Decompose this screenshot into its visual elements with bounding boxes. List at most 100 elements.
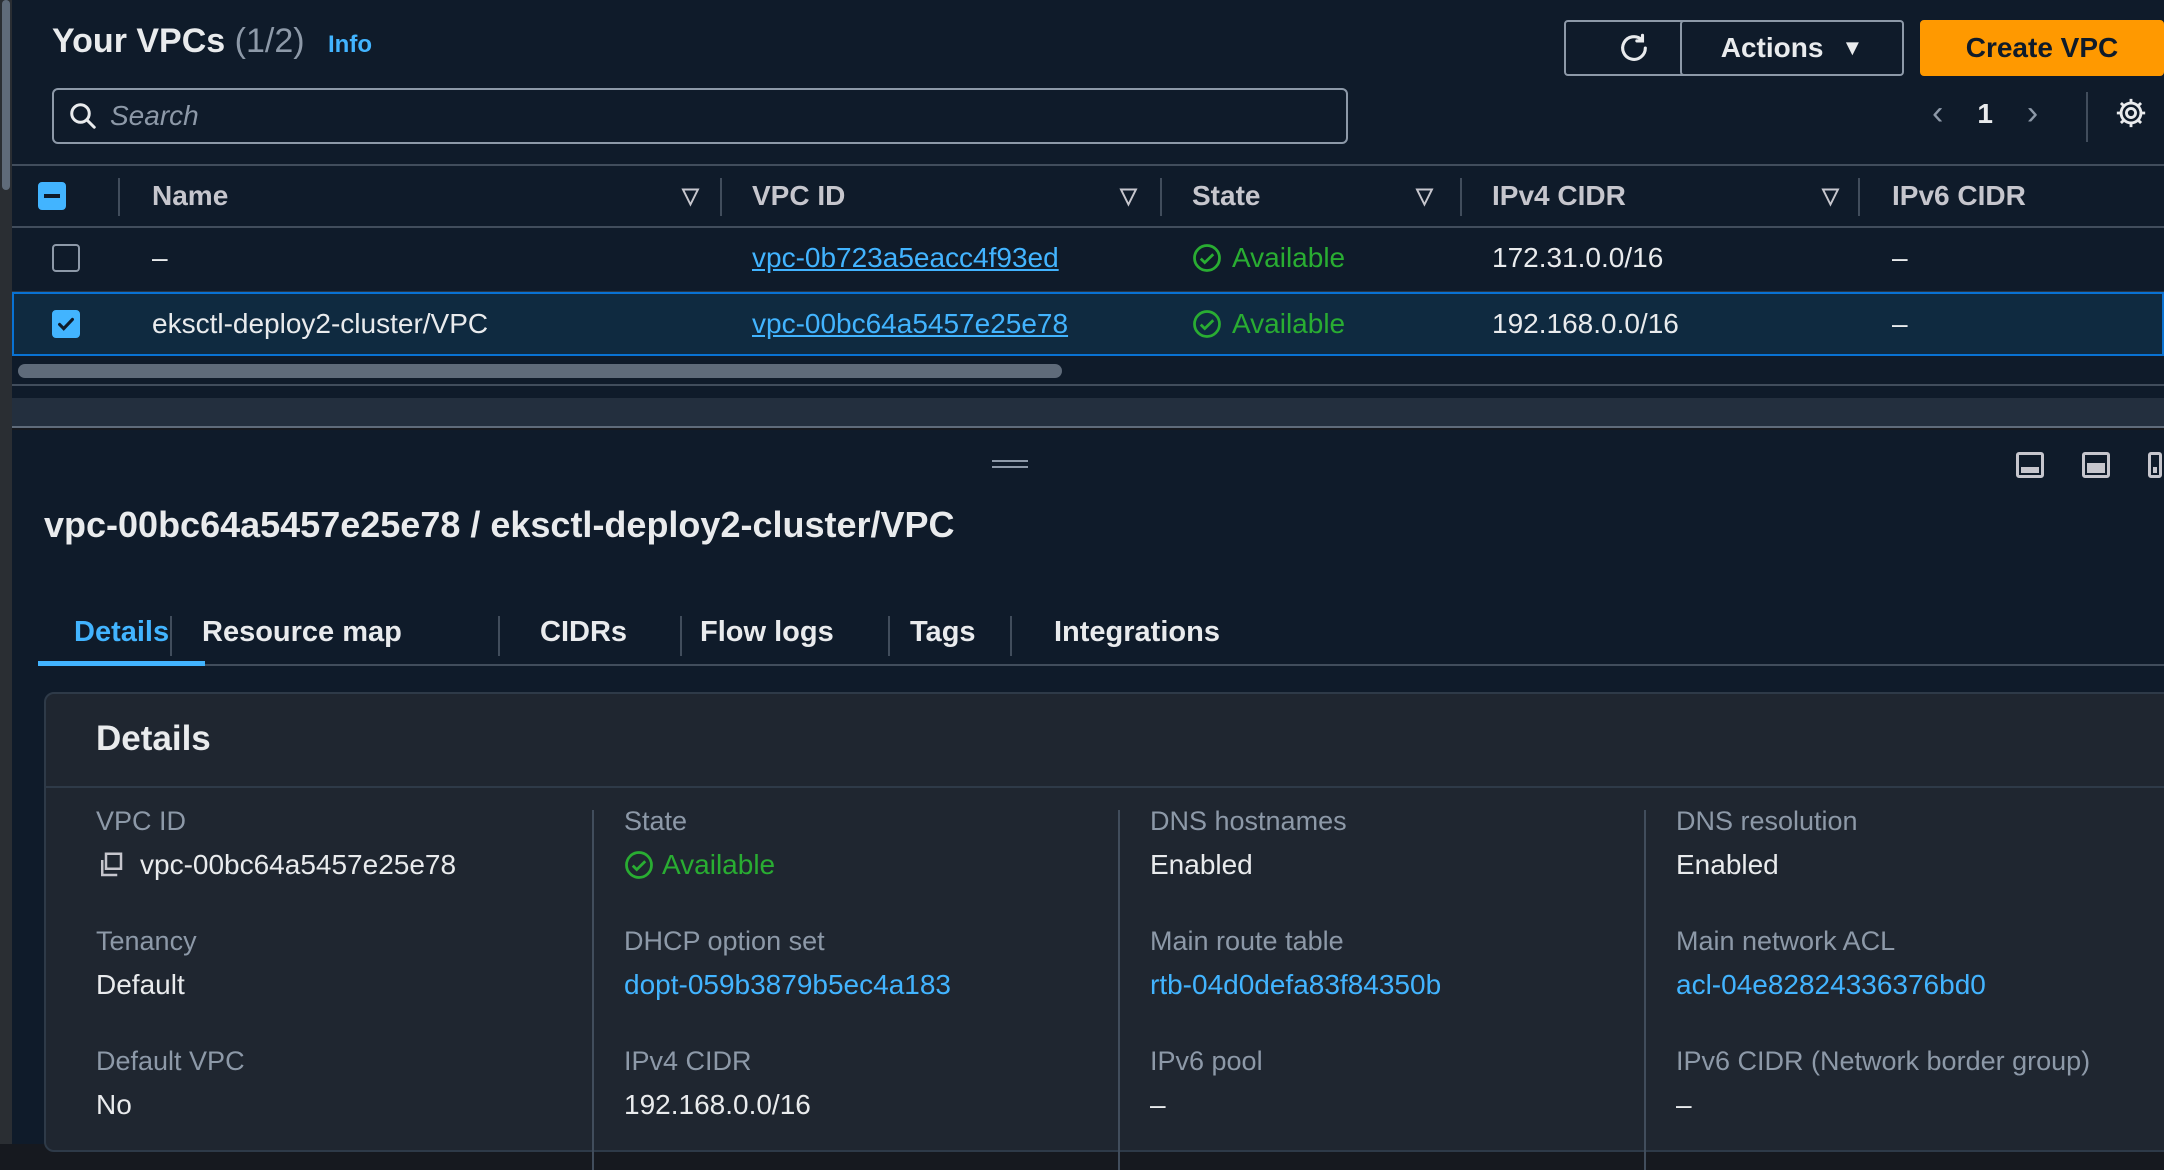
vpc-table-panel: Your VPCs (1/2) Info Actions ▼ Create VP…: [12, 0, 2164, 398]
row-ipv6-cidr: –: [1892, 242, 1908, 273]
card-divider: [46, 786, 2164, 788]
page-title: Your VPCs (1/2) Info: [52, 22, 372, 61]
check-circle-icon: [625, 851, 653, 879]
tab-divider: [498, 616, 500, 656]
checkmark-icon: [58, 317, 74, 331]
column-divider: [1644, 810, 1646, 1170]
row-checkbox[interactable]: [52, 244, 80, 272]
sort-icon[interactable]: ▽: [682, 183, 699, 209]
column-label: State: [1192, 180, 1261, 211]
field-label: DNS hostnames: [1150, 806, 1347, 836]
split-panel-divider[interactable]: [12, 398, 2164, 428]
network-acl-link[interactable]: acl-04e82824336376bd0: [1676, 969, 1986, 1001]
actions-label: Actions: [1720, 32, 1824, 63]
field-value: vpc-00bc64a5457e25e78: [96, 849, 456, 881]
column-divider: [592, 810, 594, 1170]
row-checkbox-cell[interactable]: [52, 228, 80, 288]
field-tenancy: Tenancy Default: [96, 926, 197, 1001]
column-divider[interactable]: [1858, 178, 1860, 216]
info-link[interactable]: Info: [328, 31, 372, 58]
search-box[interactable]: [52, 88, 1348, 144]
column-divider[interactable]: [720, 178, 722, 216]
sort-icon[interactable]: ▽: [1120, 183, 1137, 209]
tab-resource-map[interactable]: Resource map: [202, 600, 402, 664]
selection-count: (1/2): [234, 22, 305, 60]
page-number[interactable]: 1: [1977, 98, 1993, 130]
title-text: Your VPCs: [52, 22, 226, 60]
detail-title: vpc-00bc64a5457e25e78 / eksctl-deploy2-c…: [44, 504, 955, 545]
chevron-right-icon[interactable]: ›: [2027, 94, 2038, 133]
tab-divider: [170, 616, 172, 656]
resize-handle-icon[interactable]: [992, 460, 1028, 468]
column-divider: [1118, 810, 1120, 1170]
route-table-link[interactable]: rtb-04d0defa83f84350b: [1150, 969, 1441, 1001]
panel-position-controls: [2016, 452, 2162, 478]
field-label: Tenancy: [96, 926, 197, 956]
refresh-icon: [1621, 33, 1647, 61]
table-row[interactable]: – vpc-0b723a5eacc4f93ed Available 172.31…: [12, 228, 2164, 292]
field-label: Main route table: [1150, 926, 1344, 956]
detail-tabs: Details Resource map CIDRs Flow logs Tag…: [37, 600, 2164, 666]
field-value: 192.168.0.0/16: [624, 1089, 811, 1120]
state-value: Available: [662, 849, 776, 880]
chevron-left-icon[interactable]: ‹: [1932, 94, 1943, 133]
create-vpc-button[interactable]: Create VPC: [1920, 20, 2164, 76]
column-divider[interactable]: [1460, 178, 1462, 216]
field-label: DNS resolution: [1676, 806, 1858, 836]
tab-tags[interactable]: Tags: [910, 600, 976, 664]
tab-integrations[interactable]: Integrations: [1054, 600, 1220, 664]
copy-icon[interactable]: [96, 850, 126, 880]
column-header-ipv6-cidr[interactable]: IPv6 CIDR: [1892, 166, 2026, 226]
table-row-selected[interactable]: eksctl-deploy2-cluster/VPC vpc-00bc64a54…: [12, 292, 2164, 356]
sort-icon[interactable]: ▽: [1416, 183, 1433, 209]
column-label: IPv6 CIDR: [1892, 180, 2026, 211]
panel-bottom-icon[interactable]: [2016, 452, 2044, 478]
field-label: DHCP option set: [624, 926, 825, 956]
column-header-state[interactable]: State ▽: [1192, 166, 1492, 226]
table-horizontal-scrollbar[interactable]: [18, 364, 1062, 378]
check-circle-icon: [1193, 244, 1221, 272]
column-header-name[interactable]: Name ▽: [152, 166, 712, 226]
row-ipv6-cidr: –: [1892, 308, 1908, 339]
dhcp-link[interactable]: dopt-059b3879b5ec4a183: [624, 969, 951, 1001]
select-all-cell[interactable]: [38, 166, 66, 226]
actions-button[interactable]: Actions ▼: [1680, 20, 1904, 76]
vpc-id-link[interactable]: vpc-0b723a5eacc4f93ed: [752, 228, 1059, 288]
sort-icon[interactable]: ▽: [1822, 183, 1839, 209]
select-all-checkbox[interactable]: [38, 182, 66, 210]
column-divider[interactable]: [1160, 178, 1162, 216]
field-main-route-table: Main route table rtb-04d0defa83f84350b: [1150, 926, 1441, 1001]
window-scrollbar[interactable]: [0, 0, 12, 1144]
detail-panel: vpc-00bc64a5457e25e78 / eksctl-deploy2-c…: [12, 430, 2164, 1170]
state-badge: Available: [1192, 294, 1345, 354]
column-header-vpc-id[interactable]: VPC ID ▽: [752, 166, 1172, 226]
field-label: State: [624, 806, 688, 836]
state-text: Available: [1232, 242, 1346, 273]
search-input[interactable]: [108, 99, 1308, 133]
row-checkbox-cell[interactable]: [52, 294, 80, 354]
field-value: Enabled: [1676, 849, 1779, 880]
gear-icon[interactable]: [2114, 96, 2148, 135]
panel-side-icon[interactable]: [2148, 452, 2162, 478]
create-vpc-label: Create VPC: [1965, 32, 2119, 63]
field-value: Available: [624, 849, 775, 881]
column-header-ipv4-cidr[interactable]: IPv4 CIDR ▽: [1492, 166, 1852, 226]
row-ipv4-cidr: 192.168.0.0/16: [1492, 308, 1679, 339]
vpc-id-link[interactable]: vpc-00bc64a5457e25e78: [752, 294, 1068, 354]
row-checkbox-checked[interactable]: [52, 310, 80, 338]
column-divider: [118, 178, 120, 216]
field-value: Enabled: [1150, 849, 1253, 880]
vpc-id-value: vpc-00bc64a5457e25e78: [140, 849, 457, 880]
window-scrollbar-thumb[interactable]: [2, 0, 10, 190]
tab-divider: [888, 616, 890, 656]
panel-split-icon[interactable]: [2082, 452, 2110, 478]
tab-cidrs[interactable]: CIDRs: [540, 600, 627, 664]
tab-details[interactable]: Details: [37, 600, 206, 666]
field-dns-resolution: DNS resolution Enabled: [1676, 806, 1858, 881]
field-label: IPv6 CIDR (Network border group): [1676, 1046, 2091, 1076]
row-name: eksctl-deploy2-cluster/VPC: [152, 308, 489, 339]
tab-flow-logs[interactable]: Flow logs: [700, 600, 834, 664]
details-card: Details VPC ID vpc-00bc64a5457e25e78 Sta…: [44, 692, 2164, 1170]
column-label: IPv4 CIDR: [1492, 180, 1626, 211]
column-label: Name: [152, 180, 229, 211]
